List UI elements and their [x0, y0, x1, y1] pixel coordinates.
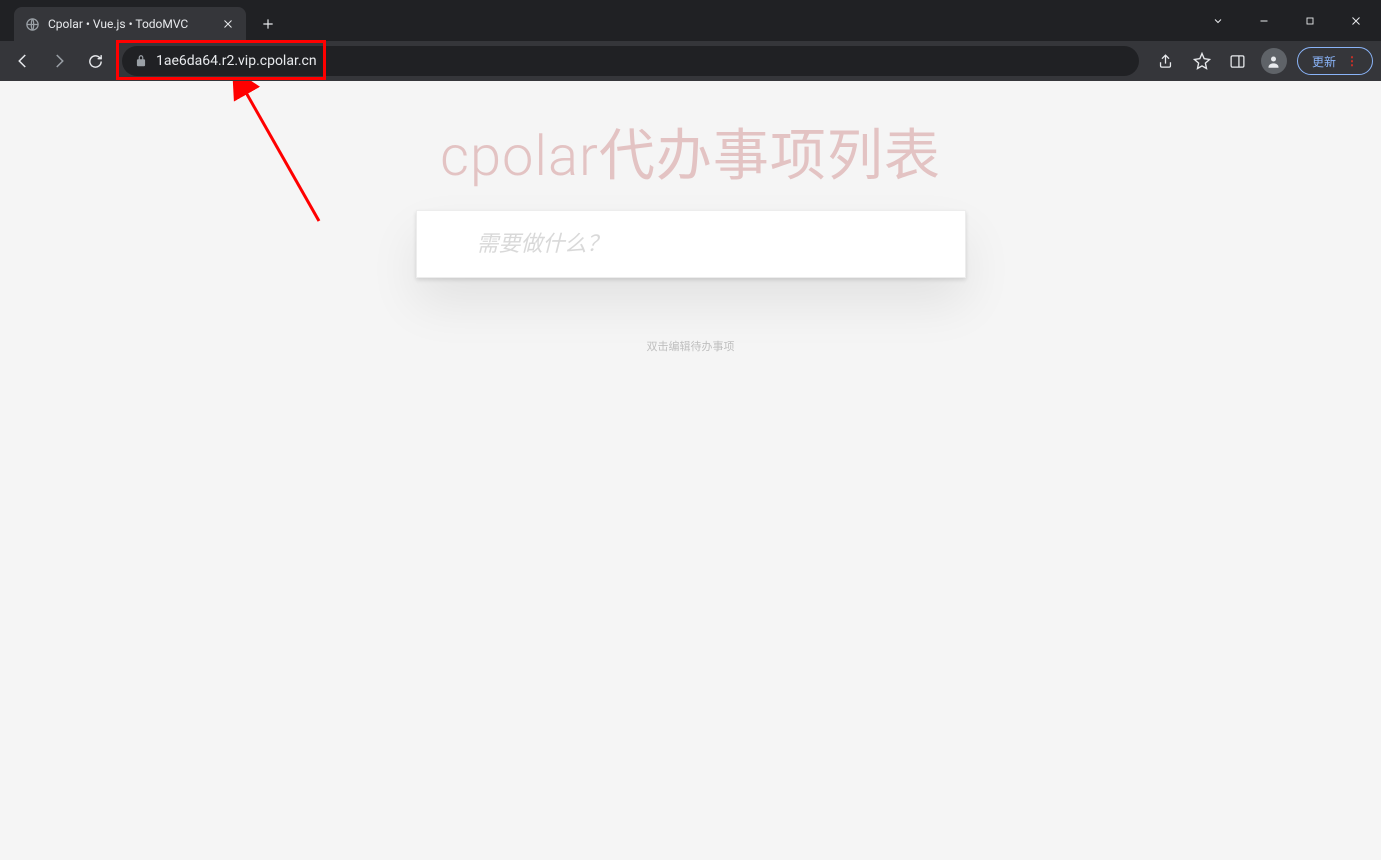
forward-button[interactable]	[44, 46, 74, 76]
browser-titlebar: Cpolar • Vue.js • TodoMVC	[0, 0, 1381, 41]
page-scroll[interactable]: cpolar代办事项列表 双击编辑待办事项	[0, 81, 1381, 860]
footer-hint: 双击编辑待办事项	[416, 338, 966, 354]
close-window-button[interactable]	[1333, 5, 1379, 37]
tab-title: Cpolar • Vue.js • TodoMVC	[48, 17, 212, 31]
update-button[interactable]: 更新 ⋮	[1297, 47, 1373, 75]
star-icon[interactable]	[1189, 48, 1215, 74]
update-button-label: 更新	[1312, 53, 1336, 70]
omnibox-container: 1ae6da64.r2.vip.cpolar.cn	[116, 46, 1139, 76]
maximize-button[interactable]	[1287, 5, 1333, 37]
new-tab-button[interactable]	[254, 10, 282, 38]
page-viewport: cpolar代办事项列表 双击编辑待办事项	[0, 81, 1381, 860]
reload-button[interactable]	[80, 46, 110, 76]
new-todo-input[interactable]	[417, 211, 965, 277]
todo-app: cpolar代办事项列表 双击编辑待办事项	[416, 81, 966, 354]
browser-tab-active[interactable]: Cpolar • Vue.js • TodoMVC	[14, 7, 246, 41]
back-button[interactable]	[8, 46, 38, 76]
page-title: cpolar代办事项列表	[416, 111, 966, 192]
chevron-down-icon[interactable]	[1195, 5, 1241, 37]
tab-strip: Cpolar • Vue.js • TodoMVC	[0, 0, 1195, 41]
lock-icon	[134, 54, 148, 68]
profile-avatar-button[interactable]	[1261, 48, 1287, 74]
window-controls	[1195, 0, 1381, 41]
close-icon[interactable]	[220, 16, 236, 32]
address-bar[interactable]: 1ae6da64.r2.vip.cpolar.cn	[122, 46, 1139, 76]
kebab-icon: ⋮	[1346, 54, 1358, 68]
side-panel-icon[interactable]	[1225, 48, 1251, 74]
todo-card	[416, 210, 966, 278]
globe-icon	[24, 16, 40, 32]
toolbar-right: 更新 ⋮	[1145, 47, 1373, 75]
browser-toolbar: 1ae6da64.r2.vip.cpolar.cn 更新 ⋮	[0, 41, 1381, 81]
minimize-button[interactable]	[1241, 5, 1287, 37]
share-icon[interactable]	[1153, 48, 1179, 74]
url-text: 1ae6da64.r2.vip.cpolar.cn	[156, 53, 1127, 69]
